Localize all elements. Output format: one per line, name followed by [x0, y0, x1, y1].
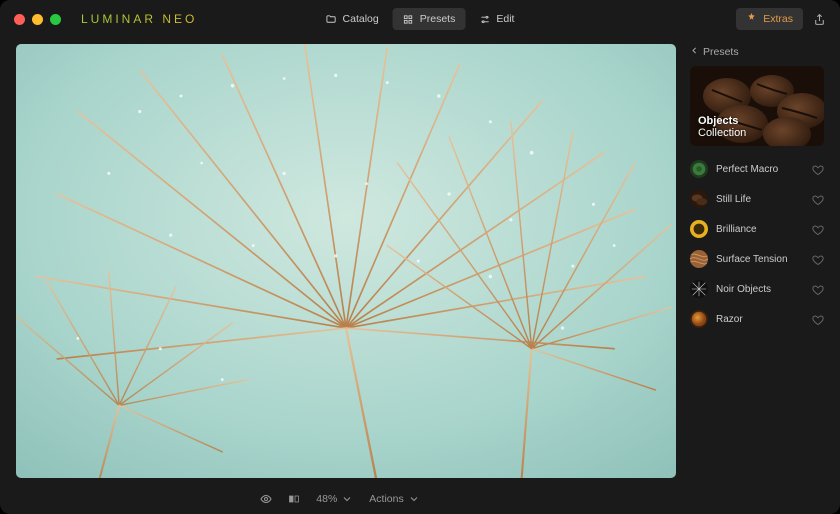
preset-label: Surface Tension	[716, 254, 804, 265]
collection-name: Objects	[698, 115, 746, 127]
tab-label: Edit	[496, 13, 514, 25]
preset-item[interactable]: Brilliance	[690, 214, 824, 244]
chevron-left-icon	[690, 46, 699, 58]
presets-icon	[403, 14, 414, 25]
close-window[interactable]	[14, 14, 25, 25]
zoom-value: 48%	[316, 493, 337, 505]
tab-catalog[interactable]: Catalog	[316, 8, 389, 30]
heart-icon[interactable]	[812, 163, 824, 175]
preset-thumb	[690, 190, 708, 208]
extras-button[interactable]: Extras	[736, 8, 803, 30]
titlebar-right: Extras	[736, 8, 826, 30]
collection-title: Objects Collection	[698, 115, 746, 139]
preset-item[interactable]: Surface Tension	[690, 244, 824, 274]
eye-icon	[260, 493, 272, 505]
heart-icon[interactable]	[812, 283, 824, 295]
share-icon[interactable]	[813, 13, 826, 26]
puzzle-icon	[746, 12, 757, 26]
zoom-menu[interactable]: 48%	[316, 493, 353, 505]
tab-edit[interactable]: Edit	[469, 8, 524, 30]
extras-label: Extras	[763, 13, 793, 25]
image-canvas[interactable]	[16, 44, 676, 478]
preset-label: Razor	[716, 314, 804, 325]
preset-item[interactable]: Perfect Macro	[690, 154, 824, 184]
tab-presets[interactable]: Presets	[393, 8, 466, 30]
preset-thumb	[690, 310, 708, 328]
back-to-presets[interactable]: Presets	[690, 46, 824, 58]
canvas-wrap	[0, 38, 680, 484]
main-nav: Catalog Presets Edit	[316, 8, 525, 30]
heart-icon[interactable]	[812, 223, 824, 235]
heart-icon[interactable]	[812, 193, 824, 205]
collection-hero[interactable]: Objects Collection	[690, 66, 824, 146]
preset-label: Brilliance	[716, 224, 804, 235]
titlebar: LUMINAR NEO Catalog Presets Edit	[0, 0, 840, 38]
preset-item[interactable]: Razor	[690, 304, 824, 334]
compare-icon	[288, 493, 300, 505]
window-controls	[14, 14, 61, 25]
canvas-column: 48% Actions	[0, 38, 680, 514]
preset-item[interactable]: Noir Objects	[690, 274, 824, 304]
preset-item[interactable]: Still Life	[690, 184, 824, 214]
compare-toggle[interactable]	[288, 493, 300, 505]
sliders-icon	[479, 14, 490, 25]
breadcrumb-label: Presets	[703, 46, 739, 58]
preset-label: Perfect Macro	[716, 164, 804, 175]
actions-label: Actions	[369, 493, 403, 505]
chevron-down-icon	[341, 493, 353, 505]
actions-menu[interactable]: Actions	[369, 493, 419, 505]
tab-label: Presets	[420, 13, 456, 25]
preset-thumb	[690, 250, 708, 268]
preset-label: Still Life	[716, 194, 804, 205]
app-brand: LUMINAR NEO	[81, 12, 197, 26]
tab-label: Catalog	[343, 13, 379, 25]
preset-label: Noir Objects	[716, 284, 804, 295]
app-window: LUMINAR NEO Catalog Presets Edit	[0, 0, 840, 514]
presets-sidebar: Presets	[680, 38, 840, 514]
chevron-down-icon	[408, 493, 420, 505]
heart-icon[interactable]	[812, 313, 824, 325]
status-bar: 48% Actions	[0, 484, 680, 514]
preset-thumb	[690, 280, 708, 298]
maximize-window[interactable]	[50, 14, 61, 25]
collection-subtitle: Collection	[698, 127, 746, 139]
folder-icon	[326, 14, 337, 25]
minimize-window[interactable]	[32, 14, 43, 25]
preset-thumb	[690, 220, 708, 238]
preview-toggle[interactable]	[260, 493, 272, 505]
preset-list: Perfect Macro Still Life	[690, 154, 824, 334]
preset-thumb	[690, 160, 708, 178]
main-area: 48% Actions Presets	[0, 38, 840, 514]
heart-icon[interactable]	[812, 253, 824, 265]
